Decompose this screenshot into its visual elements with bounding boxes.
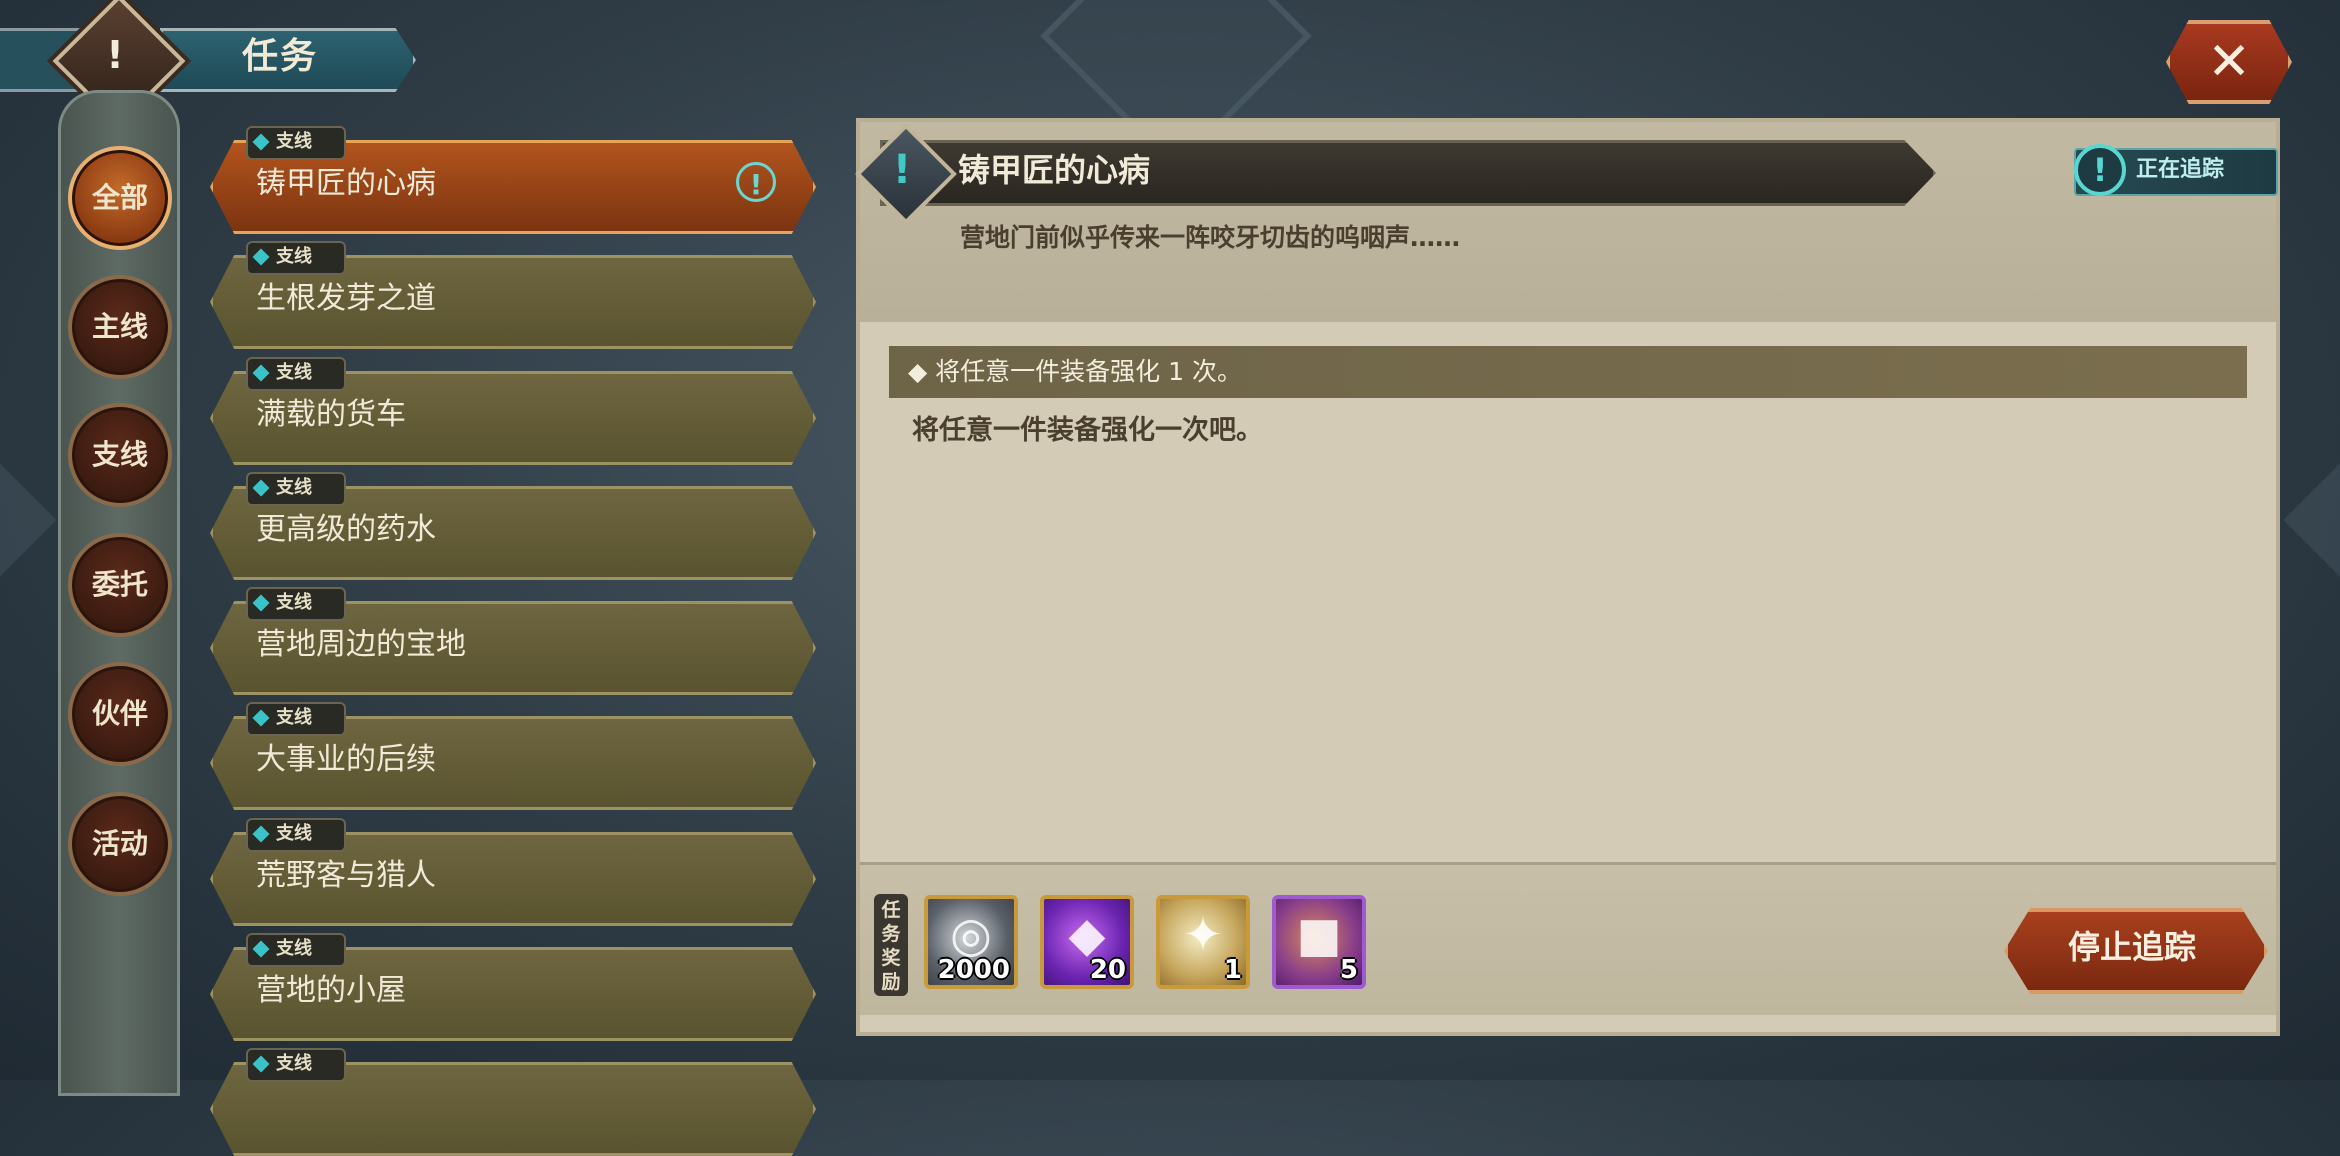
- diamond-icon: [252, 364, 270, 382]
- reward-item[interactable]: ◆ 20: [1040, 895, 1134, 989]
- side-quest-tag: 支线: [246, 702, 346, 736]
- quest-list-item[interactable]: 支线 铸甲匠的心病 !: [210, 126, 816, 234]
- quest-detail-title: 铸甲匠的心病: [958, 151, 1151, 189]
- diamond-icon: [252, 248, 270, 266]
- diamond-icon: [252, 825, 270, 843]
- reward-quantity: 20: [1089, 955, 1126, 985]
- category-tab-commission[interactable]: 委托: [68, 533, 172, 637]
- side-quest-tag: 支线: [246, 472, 346, 506]
- quest-list-item[interactable]: 支线 营地周边的宝地: [210, 587, 816, 695]
- tracking-icon: !: [736, 162, 776, 202]
- quest-book-icon: !: [106, 33, 124, 77]
- tracking-status-text: 正在追踪: [2136, 157, 2225, 182]
- close-icon: ✕: [2207, 32, 2251, 92]
- reward-quantity: 5: [1339, 955, 1358, 985]
- page-title: 任务: [241, 36, 318, 77]
- diamond-icon: [252, 479, 270, 497]
- quest-name: 营地的小屋: [256, 973, 406, 1008]
- stop-tracking-label[interactable]: 停止追踪: [2004, 908, 2260, 986]
- category-tab-event[interactable]: 活动: [68, 792, 172, 896]
- exclamation-icon: !: [892, 147, 912, 193]
- side-quest-tag: 支线: [246, 241, 346, 275]
- side-quest-tag: 支线: [246, 818, 346, 852]
- diamond-icon: [252, 709, 270, 727]
- quest-name: 营地周边的宝地: [256, 627, 466, 662]
- quest-list-item[interactable]: 支线 更高级的药水: [210, 472, 816, 580]
- reward-item[interactable]: ◎ 2000: [924, 895, 1018, 989]
- close-button[interactable]: ✕: [2166, 20, 2292, 104]
- reward-label: 任务奖励: [874, 894, 908, 996]
- quest-name: 大事业的后续: [256, 742, 436, 777]
- diamond-icon: [252, 133, 270, 151]
- quest-list-item[interactable]: 支线 荒野客与猎人: [210, 818, 816, 926]
- quest-name: 更高级的药水: [256, 512, 436, 547]
- side-quest-tag: 支线: [246, 587, 346, 621]
- quest-name: 荒野客与猎人: [256, 858, 436, 893]
- category-tab-main[interactable]: 主线: [68, 275, 172, 379]
- reward-quantity: 2000: [937, 955, 1010, 985]
- side-quest-tag: 支线: [246, 126, 346, 160]
- quest-description: 营地门前似乎传来一阵咬牙切齿的呜咽声……: [960, 223, 1461, 252]
- tracking-target-icon: !: [2074, 144, 2126, 196]
- diamond-icon: [252, 1055, 270, 1073]
- side-quest-tag: 支线: [246, 933, 346, 967]
- side-quest-tag: 支线: [246, 357, 346, 391]
- quest-list-item[interactable]: 支线: [210, 1048, 816, 1156]
- category-tab-side[interactable]: 支线: [68, 403, 172, 507]
- quest-name: 生根发芽之道: [256, 281, 436, 316]
- diamond-icon: [252, 940, 270, 958]
- category-tab-partner[interactable]: 伙伴: [68, 662, 172, 766]
- quest-list-item[interactable]: 支线 满载的货车: [210, 357, 816, 465]
- quest-list-item[interactable]: 支线 大事业的后续: [210, 702, 816, 810]
- reward-item[interactable]: ■ 5: [1272, 895, 1366, 989]
- side-quest-tag: 支线: [246, 1048, 346, 1082]
- quest-name: 满载的货车: [256, 397, 406, 432]
- background-decoration: [2283, 463, 2340, 577]
- quest-name: 铸甲匠的心病: [256, 166, 436, 201]
- reward-item[interactable]: ✦ 1: [1156, 895, 1250, 989]
- objective-detail: 将任意一件装备强化一次吧。: [912, 415, 1263, 446]
- objective-text: ◆ 将任意一件装备强化 1 次。: [908, 357, 1242, 386]
- quest-list-item[interactable]: 支线 生根发芽之道: [210, 241, 816, 349]
- diamond-icon: [252, 594, 270, 612]
- background-decoration: [0, 463, 57, 577]
- quest-list-item[interactable]: 支线 营地的小屋: [210, 933, 816, 1041]
- category-tab-all[interactable]: 全部: [68, 146, 172, 250]
- reward-quantity: 1: [1223, 955, 1242, 985]
